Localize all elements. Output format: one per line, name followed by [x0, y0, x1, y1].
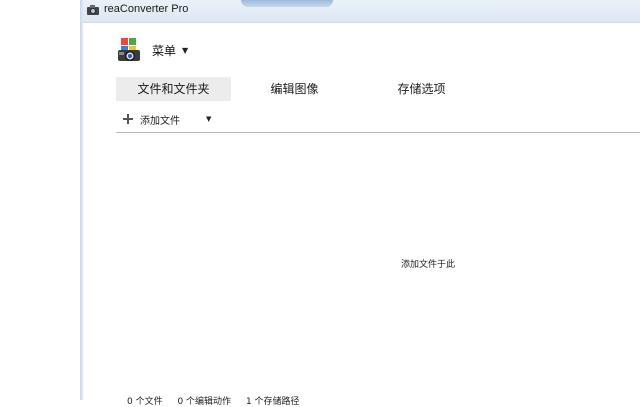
- file-drop-area[interactable]: 添加文件于此: [116, 133, 640, 388]
- status-path-count: 1 个存储路径: [245, 397, 300, 407]
- app-window: reaConverter Pro 菜单 ▼ 文件和文件夹 编辑图像 存储选项 添…: [80, 0, 640, 407]
- tab-files-and-folders[interactable]: 文件和文件夹: [116, 77, 231, 101]
- tab-edit-images[interactable]: 编辑图像: [231, 77, 358, 101]
- status-bar: 0 个文件 0 个编辑动作 1 个存储路径: [127, 394, 312, 407]
- status-file-count: 0 个文件: [127, 397, 163, 407]
- app-camera-icon: [87, 5, 99, 15]
- tab-saving-options[interactable]: 存储选项: [358, 77, 485, 101]
- add-files-button[interactable]: 添加文件 ▼: [123, 110, 211, 128]
- add-files-label: 添加文件: [140, 115, 180, 127]
- client-area: 菜单 ▼ 文件和文件夹 编辑图像 存储选项 添加文件 ▼ 添加文件于此 0 个文…: [83, 23, 640, 407]
- main-menu-button[interactable]: 菜单 ▼: [116, 35, 188, 65]
- plus-icon: [123, 114, 133, 124]
- menu-chevron-down-icon: ▼: [182, 45, 189, 55]
- titlebar-glow: [241, 0, 333, 7]
- reaconverter-logo-icon: [118, 38, 140, 61]
- menu-label: 菜单: [152, 43, 177, 58]
- desktop-background: [0, 0, 80, 400]
- window-title: reaConverter Pro: [104, 3, 189, 15]
- tab-bar: 文件和文件夹 编辑图像 存储选项: [116, 77, 485, 101]
- title-bar[interactable]: reaConverter Pro: [83, 0, 640, 23]
- drop-hint-text: 添加文件于此: [401, 260, 456, 270]
- status-action-count: 0 个编辑动作: [177, 397, 232, 407]
- add-files-chevron-down-icon[interactable]: ▼: [206, 115, 211, 123]
